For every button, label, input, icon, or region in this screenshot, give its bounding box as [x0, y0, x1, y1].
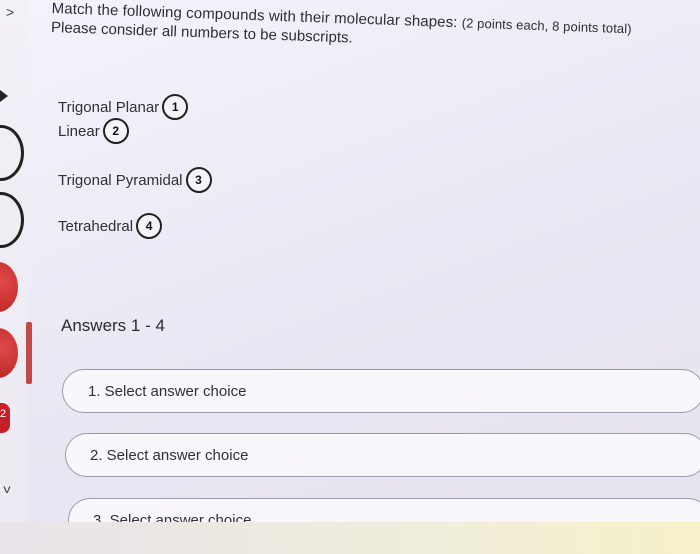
chevron-right-icon[interactable]: > — [6, 4, 14, 20]
number-badge: 4 — [136, 213, 163, 239]
shape-option: Trigonal Planar 1 — [58, 94, 189, 120]
question-marker[interactable] — [0, 125, 24, 181]
question-marker-active[interactable] — [0, 262, 18, 312]
answer-select-label: 2. Select answer choice — [90, 446, 249, 464]
number-badge: 3 — [185, 167, 212, 193]
question-marker[interactable] — [0, 192, 24, 248]
number-badge: 1 — [162, 94, 189, 120]
answer-select-1[interactable]: 1. Select answer choice — [62, 369, 700, 413]
answer-select-2[interactable]: 2. Select answer choice — [65, 433, 700, 477]
left-rail: > 2 v — [0, 0, 28, 554]
shape-label: Trigonal Planar — [58, 98, 160, 116]
shape-option: Trigonal Pyramidal 3 — [58, 167, 212, 193]
answer-select-label: 1. Select answer choice — [88, 382, 247, 400]
number-badge: 2 — [102, 118, 129, 144]
points-note: (2 points each, 8 points total) — [461, 15, 632, 37]
question-marker-active[interactable] — [0, 328, 18, 378]
shape-option: Linear 2 — [58, 118, 129, 144]
rail-pointer-icon — [0, 90, 8, 102]
shape-label: Trigonal Pyramidal — [58, 171, 183, 189]
answers-heading: Answers 1 - 4 — [61, 316, 165, 335]
flag-chip-number: 2 — [0, 408, 7, 420]
shape-option: Tetrahedral 4 — [58, 213, 163, 239]
progress-indicator — [26, 322, 32, 384]
shape-label: Tetrahedral — [58, 217, 134, 235]
screen-bottom-edge — [0, 522, 700, 554]
shape-label: Linear — [58, 122, 100, 140]
chevron-down-icon[interactable]: v — [3, 482, 10, 496]
question-header: Match the following compounds with their… — [51, 0, 692, 58]
